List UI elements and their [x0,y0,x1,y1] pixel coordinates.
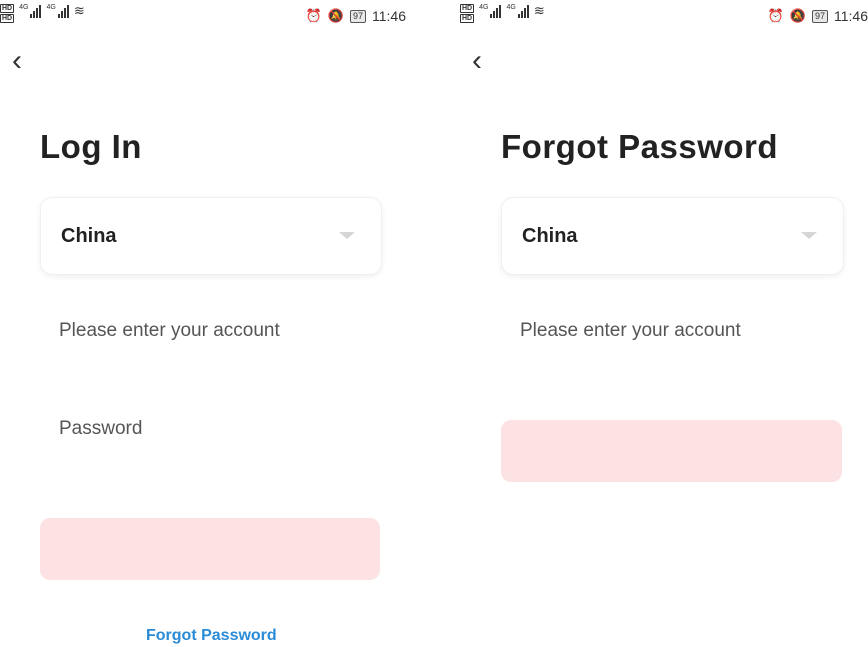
battery-icon: 97 [811,9,828,23]
get-code-button[interactable] [501,420,842,482]
bell-off-icon: 🔕 [327,8,344,23]
login-button[interactable] [40,518,380,580]
status-right: ⏰ 🔕 97 11:46 [768,8,868,24]
status-time: 11:46 [372,8,406,24]
region-select[interactable]: China [40,197,382,275]
network-indicators: HD HD 4G 4G ≋ [460,4,545,23]
network-indicators: HD HD 4G 4G ≋ [0,4,85,23]
hd-icon: HD HD [460,4,475,23]
alarm-icon: ⏰ [767,8,784,23]
caret-down-icon [339,232,355,239]
signal-icon: 4G [46,4,69,18]
signal-icon: 4G [506,4,529,18]
region-select[interactable]: China [501,197,844,275]
login-screen: HD HD 4G 4G ≋ ⏰ 🔕 97 11:46 ‹ Log In China… [0,0,430,647]
status-bar: HD HD 4G 4G ≋ ⏰ 🔕 97 11:46 [460,0,868,32]
chevron-left-icon[interactable]: ‹ [472,46,482,76]
account-input[interactable]: Please enter your account [520,320,741,342]
page-title: Forgot Password [501,128,779,165]
forgot-password-link[interactable]: Forgot Password [146,627,277,645]
region-value: China [61,225,117,247]
status-bar: HD HD 4G 4G ≋ ⏰ 🔕 97 11:46 [0,0,430,32]
battery-icon: 97 [349,9,366,23]
chevron-left-icon[interactable]: ‹ [12,46,22,76]
signal-icon: 4G [479,4,502,18]
wifi-icon: ≋ [73,3,85,18]
status-right: ⏰ 🔕 97 11:46 [306,8,406,24]
signal-icon: 4G [19,4,42,18]
page-title: Log In [40,128,142,165]
password-input[interactable]: Password [59,418,142,440]
forgot-password-screen: HD HD 4G 4G ≋ ⏰ 🔕 97 11:46 ‹ Forgot Passw… [460,0,868,647]
caret-down-icon [801,232,817,239]
hd-icon: HD HD [0,4,15,23]
alarm-icon: ⏰ [305,8,322,23]
account-input[interactable]: Please enter your account [59,320,280,342]
wifi-icon: ≋ [533,3,545,18]
bell-off-icon: 🔕 [789,8,806,23]
status-time: 11:46 [834,8,868,24]
region-value: China [522,225,578,247]
